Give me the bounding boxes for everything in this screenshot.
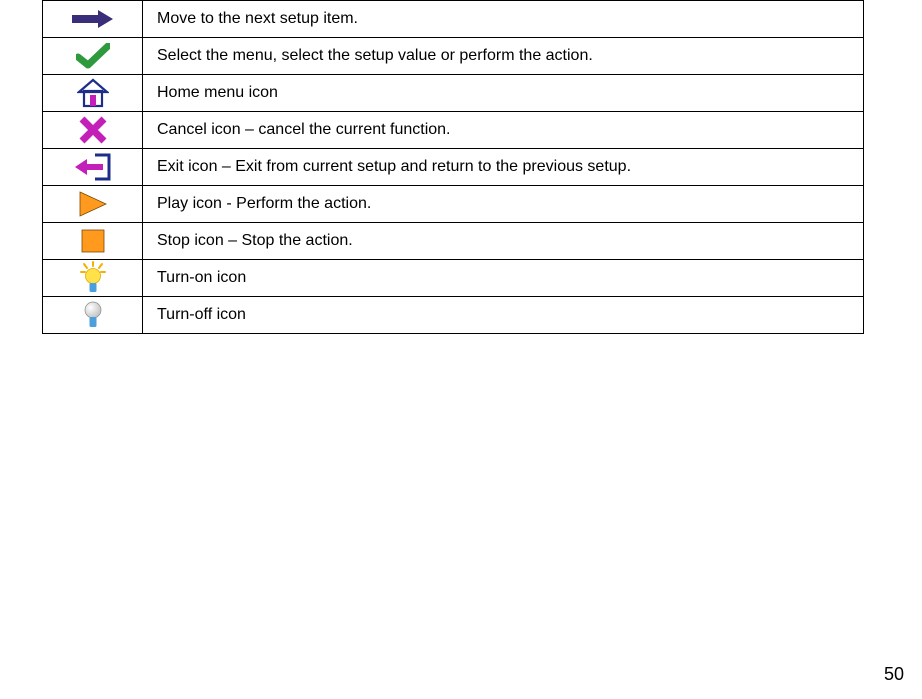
icon-cell (43, 260, 143, 297)
icon-cell (43, 1, 143, 38)
turn-off-icon (43, 300, 142, 330)
table-row: Move to the next setup item. (43, 1, 864, 38)
icon-cell (43, 75, 143, 112)
table-row: Turn-on icon (43, 260, 864, 297)
icon-cell (43, 223, 143, 260)
table-row: Play icon - Perform the action. (43, 186, 864, 223)
icon-cell (43, 112, 143, 149)
icon-cell (43, 149, 143, 186)
icon-legend-table: Move to the next setup item. Select the … (42, 0, 864, 334)
page-number: 50 (884, 664, 904, 685)
description-cell: Home menu icon (143, 75, 864, 112)
description-cell: Turn-off icon (143, 297, 864, 334)
table-row: Stop icon – Stop the action. (43, 223, 864, 260)
table-row: Cancel icon – cancel the current functio… (43, 112, 864, 149)
table-row: Home menu icon (43, 75, 864, 112)
exit-icon (43, 152, 142, 182)
turn-on-icon (43, 261, 142, 295)
cancel-x-icon (43, 116, 142, 144)
description-cell: Play icon - Perform the action. (143, 186, 864, 223)
description-cell: Cancel icon – cancel the current functio… (143, 112, 864, 149)
description-cell: Move to the next setup item. (143, 1, 864, 38)
stop-icon (43, 229, 142, 253)
check-icon (43, 43, 142, 69)
description-cell: Exit icon – Exit from current setup and … (143, 149, 864, 186)
table-row: Turn-off icon (43, 297, 864, 334)
table-row: Select the menu, select the setup value … (43, 38, 864, 75)
description-cell: Turn-on icon (143, 260, 864, 297)
icon-cell (43, 38, 143, 75)
description-cell: Select the menu, select the setup value … (143, 38, 864, 75)
description-cell: Stop icon – Stop the action. (143, 223, 864, 260)
icon-cell (43, 297, 143, 334)
table-row: Exit icon – Exit from current setup and … (43, 149, 864, 186)
icon-cell (43, 186, 143, 223)
home-icon (43, 78, 142, 108)
play-icon (43, 190, 142, 218)
next-arrow-icon (43, 9, 142, 29)
